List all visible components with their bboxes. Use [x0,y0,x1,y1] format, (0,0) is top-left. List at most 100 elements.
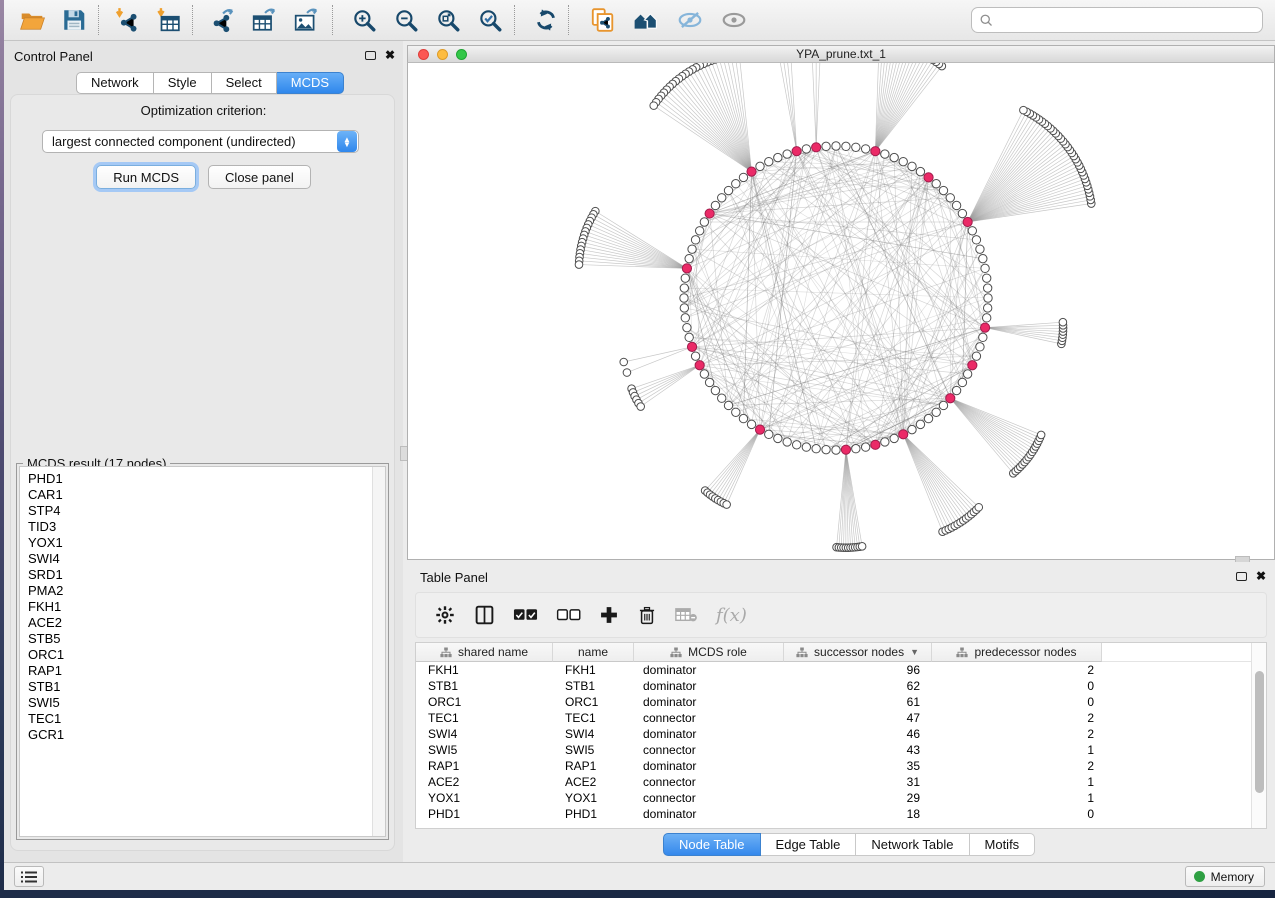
refresh-layout-button[interactable] [528,3,564,37]
cell-MCDS-role[interactable]: connector [634,710,784,726]
graph-node[interactable] [774,434,782,442]
graph-node[interactable] [916,420,924,428]
cell-name[interactable]: YOX1 [553,790,634,806]
cell-name[interactable]: ORC1 [553,694,634,710]
table-row[interactable]: ORC1ORC1dominator610 [416,694,1266,710]
graph-node[interactable] [718,194,726,202]
zoom-in-button[interactable] [346,3,382,37]
cell-name[interactable]: RAP1 [553,758,634,774]
deselect-all-button[interactable] [556,608,581,622]
cell-successor-nodes[interactable]: 29 [784,790,932,806]
graph-node[interactable] [650,102,658,110]
graph-node[interactable] [691,352,699,360]
graph-dominator-node[interactable] [792,147,801,156]
graph-dominator-node[interactable] [968,361,977,370]
export-network-button[interactable] [204,3,240,37]
cell-predecessor-nodes[interactable]: 2 [932,662,1102,678]
table-row[interactable]: PHD1PHD1dominator180 [416,806,1266,822]
table-row[interactable]: RAP1RAP1dominator352 [416,758,1266,774]
cell-MCDS-role[interactable]: connector [634,790,784,806]
graph-node[interactable] [688,245,696,253]
graph-node[interactable] [711,386,719,394]
graph-node[interactable] [972,236,980,244]
tab-node-table[interactable]: Node Table [663,833,761,856]
mcds-result-item[interactable]: CAR1 [20,487,385,503]
cell-shared-name[interactable]: PHD1 [416,806,553,822]
mcds-result-item[interactable]: GCR1 [20,727,385,743]
export-table-button[interactable] [246,3,282,37]
table-row[interactable]: STB1STB1dominator620 [416,678,1266,694]
graph-node[interactable] [858,543,866,551]
search-input[interactable] [994,10,1262,30]
select-all-button[interactable] [513,608,538,622]
delete-column-button[interactable] [637,605,657,626]
mcds-result-item[interactable]: SWI5 [20,695,385,711]
graph-node[interactable] [908,425,916,433]
cell-shared-name[interactable]: SWI4 [416,726,553,742]
cell-predecessor-nodes[interactable]: 1 [932,774,1102,790]
tab-network-table[interactable]: Network Table [856,833,969,856]
graph-node[interactable] [680,304,688,312]
graph-node[interactable] [916,167,924,175]
graph-node[interactable] [685,333,693,341]
graph-node[interactable] [1037,431,1045,439]
cell-name[interactable]: TEC1 [553,710,634,726]
duplicate-network-button[interactable] [584,3,620,37]
graph-dominator-node[interactable] [695,361,704,370]
zoom-selected-button[interactable] [472,3,508,37]
graph-dominator-node[interactable] [946,394,955,403]
graph-node[interactable] [774,153,782,161]
cell-successor-nodes[interactable]: 47 [784,710,932,726]
float-panel-icon[interactable] [365,51,376,60]
graph-node[interactable] [932,180,940,188]
graph-node[interactable] [939,186,947,194]
graph-node[interactable] [832,446,840,454]
mcds-result-item[interactable]: YOX1 [20,535,385,551]
mcds-result-list[interactable]: PHD1CAR1STP4TID3YOX1SWI4SRD1PMA2FKH1ACE2… [19,466,386,837]
tab-edge-table[interactable]: Edge Table [761,833,857,856]
graph-dominator-node[interactable] [899,430,908,439]
graph-node[interactable] [705,378,713,386]
show-hidden-button[interactable] [716,3,752,37]
graph-node[interactable] [881,150,889,158]
graph-node[interactable] [861,443,869,451]
mcds-result-item[interactable]: STP4 [20,503,385,519]
cell-shared-name[interactable]: RAP1 [416,758,553,774]
column-header-successor-nodes[interactable]: successor nodes▼ [784,643,932,662]
graph-node[interactable] [724,401,732,409]
graph-node[interactable] [982,314,990,322]
cell-predecessor-nodes[interactable]: 2 [932,758,1102,774]
graph-node[interactable] [983,284,991,292]
graph-node[interactable] [899,157,907,165]
cell-successor-nodes[interactable]: 18 [784,806,932,822]
cell-MCDS-role[interactable]: dominator [634,806,784,822]
graph-node[interactable] [700,218,708,226]
graph-node[interactable] [981,264,989,272]
graph-node[interactable] [852,143,860,151]
panel-menu-button[interactable] [14,866,44,887]
graph-node[interactable] [739,173,747,181]
graph-dominator-node[interactable] [687,342,696,351]
close-panel-icon[interactable]: ✖ [385,50,395,60]
graph-node[interactable] [952,386,960,394]
mcds-result-item[interactable]: PMA2 [20,583,385,599]
graph-node[interactable] [732,408,740,416]
graph-node[interactable] [711,201,719,209]
graph-node[interactable] [881,438,889,446]
cell-shared-name[interactable]: ORC1 [416,694,553,710]
graph-node[interactable] [695,227,703,235]
cell-successor-nodes[interactable]: 31 [784,774,932,790]
graph-node[interactable] [958,378,966,386]
graph-node[interactable] [822,445,830,453]
graph-node[interactable] [732,180,740,188]
graph-node[interactable] [680,294,688,302]
column-header-predecessor-nodes[interactable]: predecessor nodes [932,643,1102,662]
close-panel-button[interactable]: Close panel [208,165,311,189]
graph-node[interactable] [984,294,992,302]
graph-node[interactable] [890,434,898,442]
tab-select[interactable]: Select [212,72,277,94]
graph-dominator-node[interactable] [705,209,714,218]
mcds-list-scrollbar[interactable] [372,467,385,836]
graph-node[interactable] [637,403,645,411]
mcds-result-item[interactable]: FKH1 [20,599,385,615]
